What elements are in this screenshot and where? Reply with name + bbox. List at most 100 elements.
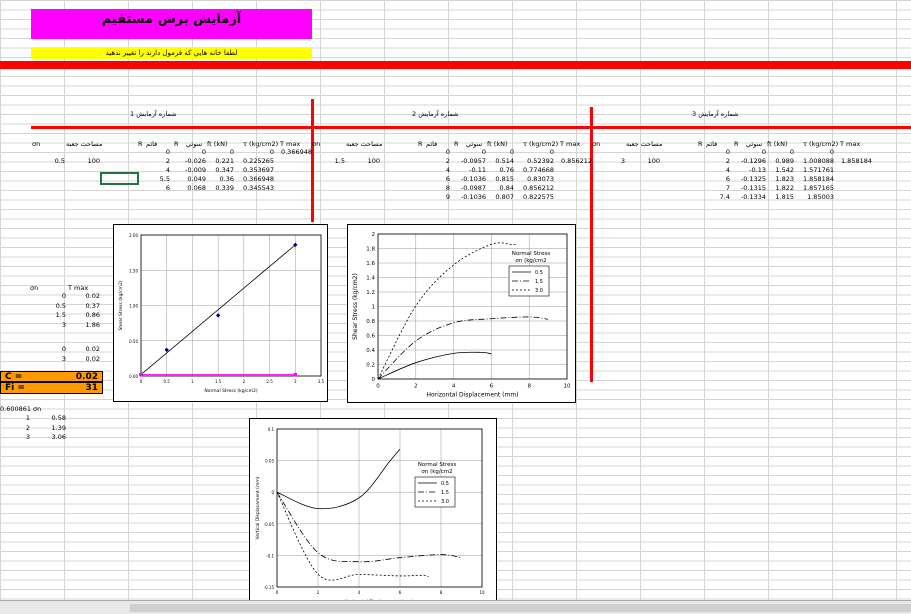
lower-head: σn — [33, 405, 42, 413]
test-2-cell[interactable]: 0.856212 — [514, 184, 554, 192]
test-2-cell[interactable]: 9 — [420, 193, 450, 201]
test-3-cell[interactable]: 1.858184 — [794, 175, 834, 183]
test-1-cell[interactable]: 0.049 — [176, 175, 206, 183]
test-3-cell[interactable]: 2 — [700, 157, 730, 165]
summary-sn[interactable]: 0.5 — [30, 302, 66, 310]
lower-row-index[interactable]: 1 — [0, 414, 30, 422]
test-2-cell[interactable]: 0.52392 — [514, 157, 554, 165]
test-1-title: شماره آزمايش 1 — [130, 110, 177, 118]
test-1-cell[interactable]: 2 — [140, 157, 170, 165]
test-1-cell[interactable]: 0 — [234, 148, 274, 156]
test-1-cell[interactable]: 0.068 — [176, 184, 206, 192]
summary-tmax[interactable]: 1.86 — [66, 321, 100, 329]
test-2-cell[interactable]: 0.76 — [486, 166, 514, 174]
lower-row-value[interactable]: 3.06 — [30, 433, 66, 441]
y-tick-label: 0.8 — [366, 319, 375, 325]
test-2-cell[interactable]: 0 — [456, 148, 486, 156]
test-2-cell[interactable]: 0 — [420, 148, 450, 156]
lower-row-value[interactable]: 0.58 — [30, 414, 66, 422]
test-3-cell[interactable]: 6 — [700, 175, 730, 183]
y-tick-label: 0.50 — [129, 339, 138, 344]
summary2-sn[interactable]: 0 — [30, 345, 66, 353]
test-3-cell[interactable]: 0 — [794, 148, 834, 156]
test-1-cell[interactable]: 0.366948 — [234, 175, 274, 183]
test-2-cell[interactable]: 0.774668 — [514, 166, 554, 174]
test-1-cell[interactable]: 0 — [140, 148, 170, 156]
lower-row-index[interactable]: 3 — [0, 433, 30, 441]
test-1-header-dial_r: R — [138, 140, 143, 148]
test-3-cell[interactable]: -0.1334 — [736, 193, 766, 201]
summary-sn[interactable]: 0 — [30, 292, 66, 300]
test-2-cell[interactable]: 2 — [420, 157, 450, 165]
test-2-cell[interactable]: 0.514 — [486, 157, 514, 165]
test-3-cell[interactable]: 1.571761 — [794, 166, 834, 174]
test-2-cell[interactable]: 4 — [420, 166, 450, 174]
test-1-cell[interactable]: 5.5 — [140, 175, 170, 183]
y-tick-label: 0.00 — [129, 374, 138, 379]
test-1-cell[interactable]: 6 — [140, 184, 170, 192]
test-2-cell[interactable]: 8 — [420, 184, 450, 192]
test-2-cell[interactable]: -0.0957 — [456, 157, 486, 165]
failure-envelope-chart[interactable]: 0 0.5 1 1.5 2 2.5 3 3.5 0.00 0.50 1.00 1.50 2.00 Norm… — [113, 224, 328, 402]
test-2-cell[interactable]: -0.0987 — [456, 184, 486, 192]
test-3-cell[interactable]: -0.1296 — [736, 157, 766, 165]
test-3-cell[interactable]: 0.989 — [766, 157, 794, 165]
test-3-cell[interactable]: 1.857165 — [794, 184, 834, 192]
test-3-cell[interactable]: 1.822 — [766, 184, 794, 192]
test-1-cell[interactable]: 0.225265 — [234, 157, 274, 165]
summary2-sn[interactable]: 3 — [30, 355, 66, 363]
summary-tmax[interactable]: 0.37 — [66, 302, 100, 310]
selected-cell[interactable] — [100, 172, 139, 185]
test-2-cell[interactable]: 6 — [420, 175, 450, 183]
test-2-cell[interactable]: -0.1036 — [456, 175, 486, 183]
test-3-cell[interactable]: -0.13 — [736, 166, 766, 174]
test-2-cell[interactable]: 0.822575 — [514, 193, 554, 201]
test-1-cell[interactable]: 0.221 — [206, 157, 234, 165]
test-1-cell[interactable]: 0.36 — [206, 175, 234, 183]
summary-tmax[interactable]: 0.02 — [66, 292, 100, 300]
test-2-cell[interactable]: -0.11 — [456, 166, 486, 174]
test-2-cell[interactable]: 0.807 — [486, 193, 514, 201]
test-1-header-area: مساحت جعبه — [66, 140, 103, 148]
test-3-cell[interactable]: 1.008088 — [794, 157, 834, 165]
test-3-cell[interactable]: 7 — [700, 184, 730, 192]
test-3-cell[interactable]: 1.542 — [766, 166, 794, 174]
summary-sn[interactable]: 3 — [30, 321, 66, 329]
summary2-tmax[interactable]: 0.02 — [66, 355, 100, 363]
test-1-cell[interactable]: -0.009 — [176, 166, 206, 174]
test-3-cell[interactable]: 7.4 — [700, 193, 730, 201]
vertical-displacement-chart[interactable]: 0246810-0.15-0.1-0.0500.050.1Horizontal … — [249, 418, 497, 606]
summary-sn[interactable]: 1.5 — [30, 311, 66, 319]
test-3-cell[interactable]: 1.815 — [766, 193, 794, 201]
test-3-cell[interactable]: 1.85003 — [794, 193, 834, 201]
summary2-tmax[interactable]: 0.02 — [66, 345, 100, 353]
test-1-cell[interactable]: 0.347 — [206, 166, 234, 174]
sheet-tab-bar[interactable] — [0, 600, 911, 614]
test-3-cell[interactable]: 4 — [700, 166, 730, 174]
test-1-cell[interactable]: 0.339 — [206, 184, 234, 192]
test-3-cell[interactable]: 0 — [700, 148, 730, 156]
x-tick-label: 6 — [490, 384, 494, 390]
test-1-cell[interactable]: 0 — [206, 148, 234, 156]
horizontal-scrollbar[interactable] — [130, 604, 911, 612]
test-1-cell[interactable]: 0.345543 — [234, 184, 274, 192]
test-1-cell[interactable]: 0.353697 — [234, 166, 274, 174]
test-2-cell[interactable]: 0 — [486, 148, 514, 156]
shear-stress-chart[interactable]: 0 2 4 6 8 10 0 0.2 0.4 0.6 0.8 1 1.2 1.4 1.6 1.8 2 Horizo… — [347, 224, 576, 403]
test-3-cell[interactable]: -0.1315 — [736, 184, 766, 192]
test-2-cell[interactable]: 0.815 — [486, 175, 514, 183]
lower-row-index[interactable]: 2 — [0, 424, 30, 432]
test-1-cell[interactable]: 0 — [176, 148, 206, 156]
test-1-cell[interactable]: -0.026 — [176, 157, 206, 165]
test-2-cell[interactable]: -0.1036 — [456, 193, 486, 201]
test-3-cell[interactable]: 0 — [766, 148, 794, 156]
test-3-cell[interactable]: -0.1325 — [736, 175, 766, 183]
summary-tmax[interactable]: 0.86 — [66, 311, 100, 319]
test-2-cell[interactable]: 0.84 — [486, 184, 514, 192]
test-2-cell[interactable]: 0 — [514, 148, 554, 156]
test-1-cell[interactable]: 4 — [140, 166, 170, 174]
test-3-cell[interactable]: 1.823 — [766, 175, 794, 183]
lower-row-value[interactable]: 1.39 — [30, 424, 66, 432]
test-3-cell[interactable]: 0 — [736, 148, 766, 156]
test-2-cell[interactable]: 0.83073 — [514, 175, 554, 183]
